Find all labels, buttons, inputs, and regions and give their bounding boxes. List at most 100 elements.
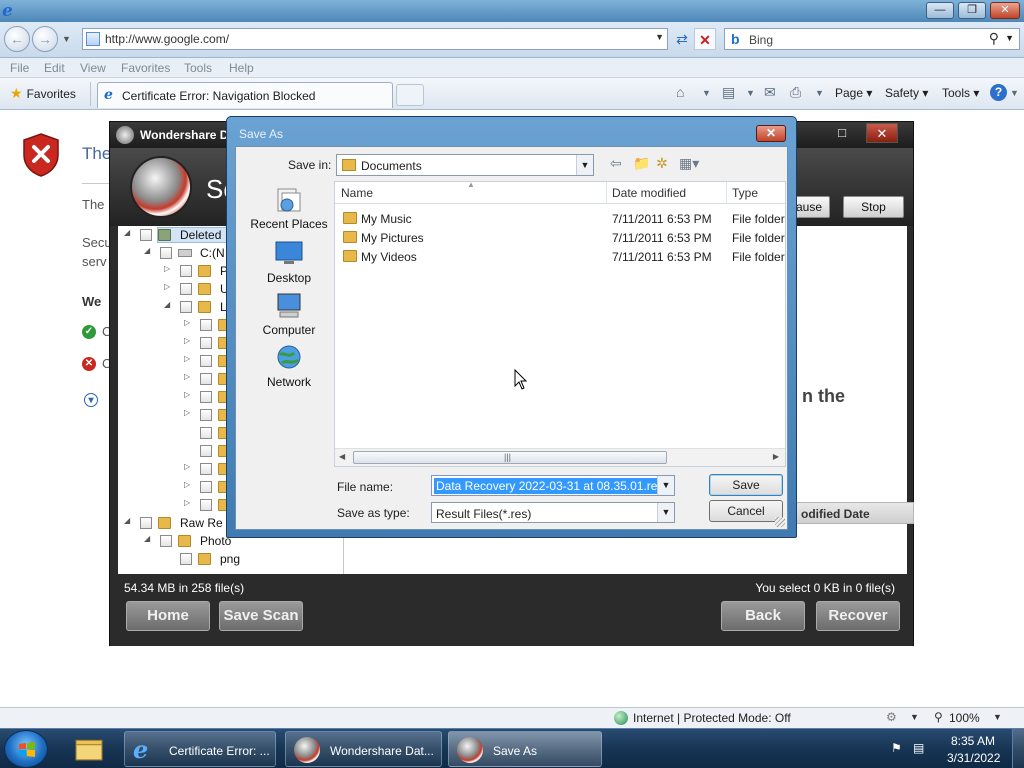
scroll-left-icon[interactable]: ◀ bbox=[339, 452, 345, 461]
scrollbar-thumb[interactable]: ||| bbox=[353, 451, 667, 464]
menu-file[interactable]: File bbox=[10, 61, 29, 75]
expand-icon[interactable]: ▷ bbox=[184, 480, 190, 489]
help-icon[interactable]: ? bbox=[990, 84, 1007, 101]
checkbox[interactable] bbox=[200, 409, 212, 421]
feeds-dropdown-icon[interactable]: ▼ bbox=[746, 88, 755, 98]
back-button[interactable]: ← bbox=[4, 26, 30, 52]
column-type[interactable]: Type bbox=[732, 186, 758, 200]
feeds-icon[interactable]: ▤ bbox=[722, 84, 735, 101]
expand-icon[interactable]: ▷ bbox=[164, 282, 170, 291]
checkbox[interactable] bbox=[140, 517, 152, 529]
collapse-icon[interactable]: ◢ bbox=[124, 228, 130, 237]
up-folder-icon[interactable]: 📁 bbox=[633, 155, 650, 172]
zoom-icon[interactable]: ⚲ bbox=[934, 710, 943, 724]
checkbox[interactable] bbox=[200, 445, 212, 457]
close-icon[interactable]: ✕ bbox=[866, 123, 898, 143]
horizontal-scrollbar[interactable]: ◀ ||| ▶ bbox=[335, 448, 785, 466]
save-in-dropdown[interactable]: Documents ▼ bbox=[336, 154, 594, 176]
checkbox[interactable] bbox=[180, 301, 192, 313]
checkbox[interactable] bbox=[200, 463, 212, 475]
security-zone-text[interactable]: Internet | Protected Mode: Off bbox=[633, 711, 791, 725]
place-network[interactable]: Network bbox=[244, 343, 334, 389]
mail-icon[interactable]: ✉ bbox=[764, 84, 776, 101]
stop-icon[interactable]: ✕ bbox=[694, 28, 716, 50]
save-type-dropdown[interactable]: Result Files(*.res) ▼ bbox=[431, 502, 675, 523]
list-item[interactable]: My Music 7/11/2011 6:53 PM File folder bbox=[335, 209, 785, 228]
place-recent-places[interactable]: Recent Places bbox=[244, 185, 334, 231]
refresh-icon[interactable]: ⇄ bbox=[672, 28, 692, 50]
maximize-icon[interactable]: □ bbox=[826, 123, 858, 143]
expand-icon[interactable]: ▷ bbox=[184, 372, 190, 381]
tab-certificate-error[interactable]: e Certificate Error: Navigation Blocked bbox=[97, 82, 393, 108]
stop-button[interactable]: Stop bbox=[843, 196, 904, 218]
recover-button[interactable]: Recover bbox=[816, 601, 900, 631]
checkbox[interactable] bbox=[180, 265, 192, 277]
save-button[interactable]: Save bbox=[709, 474, 783, 496]
taskbar-item-ie[interactable]: e Certificate Error: ... bbox=[124, 731, 276, 767]
checkbox[interactable] bbox=[200, 427, 212, 439]
minimize-button[interactable]: — bbox=[926, 2, 954, 19]
menu-edit[interactable]: Edit bbox=[44, 61, 65, 75]
more-info-icon[interactable]: ▾ bbox=[84, 393, 98, 407]
checkbox[interactable] bbox=[200, 373, 212, 385]
zoom-dropdown-icon[interactable]: ▼ bbox=[993, 712, 1002, 722]
collapse-icon[interactable]: ◢ bbox=[144, 246, 150, 255]
save-scan-button[interactable]: Save Scan bbox=[219, 601, 303, 631]
page-menu[interactable]: Page ▾ bbox=[835, 86, 872, 100]
place-desktop[interactable]: Desktop bbox=[244, 239, 334, 285]
cancel-button[interactable]: Cancel bbox=[709, 500, 783, 522]
expand-icon[interactable]: ▷ bbox=[184, 408, 190, 417]
addon-icon[interactable]: ⚙ bbox=[886, 710, 897, 724]
checkbox[interactable] bbox=[200, 499, 212, 511]
new-tab-button[interactable] bbox=[396, 84, 424, 106]
modified-date-column-header[interactable]: odified Date bbox=[794, 502, 914, 524]
network-tray-icon[interactable]: ▤ bbox=[913, 741, 929, 755]
expand-icon[interactable]: ▷ bbox=[184, 462, 190, 471]
address-input[interactable]: http://www.google.com/ bbox=[105, 32, 229, 46]
show-desktop-button[interactable] bbox=[1012, 729, 1024, 768]
forward-button[interactable]: → bbox=[32, 26, 58, 52]
expand-icon[interactable]: ▷ bbox=[184, 498, 190, 507]
clock-time[interactable]: 8:35 AM bbox=[951, 734, 995, 748]
column-name[interactable]: Name bbox=[341, 186, 373, 200]
action-center-flag-icon[interactable]: ⚑ bbox=[891, 741, 905, 755]
expand-icon[interactable]: ▷ bbox=[184, 354, 190, 363]
taskbar-explorer[interactable] bbox=[68, 731, 112, 767]
menu-favorites[interactable]: Favorites bbox=[121, 61, 170, 75]
home-icon[interactable]: ⌂ bbox=[676, 84, 684, 100]
print-icon[interactable]: ⎙ bbox=[790, 84, 801, 101]
address-dropdown-icon[interactable]: ▼ bbox=[655, 32, 664, 42]
chevron-down-icon[interactable]: ▼ bbox=[657, 476, 674, 495]
home-dropdown-icon[interactable]: ▼ bbox=[702, 88, 711, 98]
expand-icon[interactable]: ▷ bbox=[184, 390, 190, 399]
new-folder-icon[interactable]: ✲ bbox=[656, 155, 668, 172]
tools-menu[interactable]: Tools ▾ bbox=[942, 86, 979, 100]
chevron-down-icon[interactable]: ▼ bbox=[657, 503, 674, 522]
checkbox[interactable] bbox=[180, 553, 192, 565]
checkbox[interactable] bbox=[160, 247, 172, 259]
search-box[interactable]: b Bing ⚲ ▼ bbox=[724, 28, 1020, 50]
checkbox[interactable] bbox=[200, 319, 212, 331]
home-button[interactable]: Home bbox=[126, 601, 210, 631]
file-name-field[interactable]: Data Recovery 2022-03-31 at 08.35.01.res… bbox=[431, 475, 675, 496]
expand-icon[interactable]: ▷ bbox=[164, 264, 170, 273]
search-input[interactable]: Bing bbox=[749, 33, 773, 47]
collapse-icon[interactable]: ◢ bbox=[144, 534, 150, 543]
list-item[interactable]: My Videos 7/11/2011 6:53 PM File folder bbox=[335, 247, 785, 266]
checkbox[interactable] bbox=[140, 229, 152, 241]
checkbox[interactable] bbox=[200, 355, 212, 367]
file-list[interactable]: Name ▲ Date modified Type My Music 7/11/… bbox=[334, 180, 786, 467]
taskbar-item-save-as[interactable]: Save As bbox=[448, 731, 602, 767]
resize-grip[interactable] bbox=[775, 517, 785, 527]
taskbar-item-wondershare[interactable]: Wondershare Dat... bbox=[285, 731, 442, 767]
search-dropdown-icon[interactable]: ▼ bbox=[1005, 33, 1014, 43]
menu-tools[interactable]: Tools bbox=[184, 61, 212, 75]
checkbox[interactable] bbox=[200, 337, 212, 349]
view-menu-icon[interactable]: ▦▾ bbox=[679, 155, 699, 172]
checkbox[interactable] bbox=[160, 535, 172, 547]
collapse-icon[interactable]: ◢ bbox=[164, 300, 170, 309]
place-computer[interactable]: Computer bbox=[244, 291, 334, 337]
checkbox[interactable] bbox=[200, 481, 212, 493]
tree-row[interactable]: png bbox=[118, 550, 343, 568]
zoom-level[interactable]: 100% bbox=[949, 711, 980, 725]
